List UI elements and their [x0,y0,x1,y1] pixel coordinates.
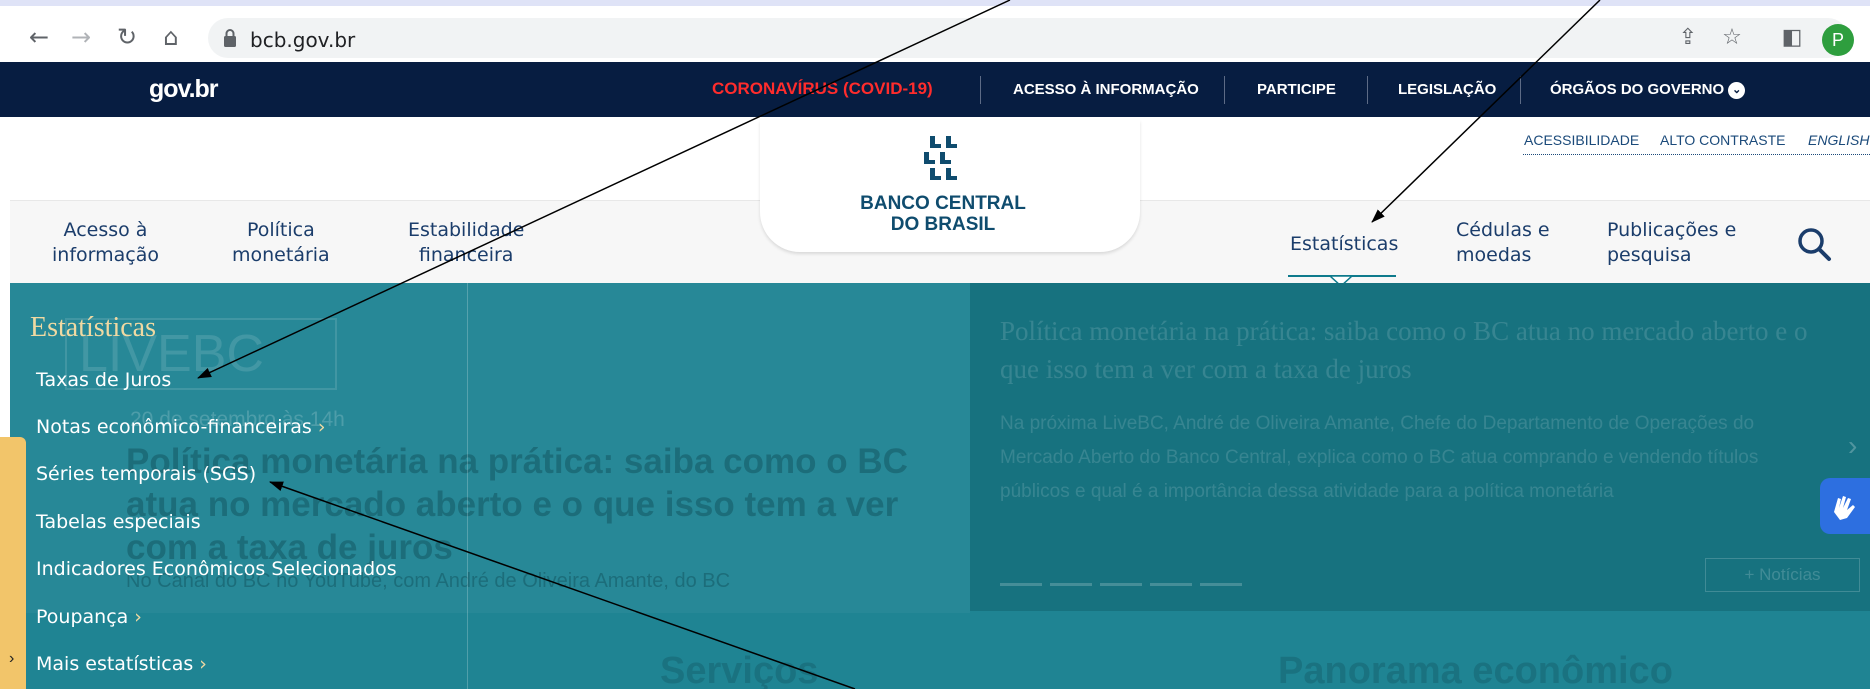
accessibility-underline [1523,154,1870,155]
divider [1520,76,1521,104]
bcb-name-line2: DO BRASIL [890,214,996,235]
nav-label: Política [246,219,315,241]
section-panorama: Panorama econômico [1278,650,1673,689]
nav-cedulas-moedas[interactable]: Cédulas e moedas [1456,218,1550,268]
section-servicos: Serviços [660,650,819,689]
divider [1224,76,1225,104]
carousel-text: Na próxima LiveBC, André de Oliveira Ama… [1000,413,1759,502]
nav-politica-monetaria[interactable]: Política monetária [232,218,330,268]
address-bar[interactable]: bcb.gov.br ⇪ ☆ [208,18,1848,58]
alto-contraste-link[interactable]: ALTO CONTRASTE [1660,132,1786,148]
carousel-dot[interactable] [1100,583,1142,586]
carousel-dot[interactable] [1000,583,1042,586]
nav-label: pesquisa [1607,244,1692,266]
orgaos-label: ÓRGÃOS DO GOVERNO [1550,81,1725,98]
share-icon[interactable]: ⇪ [1674,24,1702,52]
carousel-title[interactable]: Política monetária na prática: saiba com… [1000,312,1820,388]
english-link[interactable]: ENGLISH [1808,132,1869,148]
nav-label: Cédulas e [1456,219,1550,241]
chevron-right-icon: › [134,606,142,628]
bcb-logo-icon[interactable] [920,134,962,186]
nav-acesso-informacao[interactable]: Acesso à informação [52,218,159,268]
forward-arrow-icon[interactable]: → [68,24,94,50]
browser-toolbar: ← → ↻ ⌂ bcb.gov.br ⇪ ☆ ◧ P [0,0,1870,62]
acessibilidade-link[interactable]: ACESSIBILIDADE [1524,132,1639,148]
menu-item-label: Taxas de Juros [36,369,172,391]
chevron-down-icon: ⌄ [1728,82,1746,99]
menu-item-label: Tabelas especiais [36,511,201,533]
nav-estatisticas[interactable]: Estatísticas [1290,232,1398,257]
nav-label: informação [52,244,159,266]
menu-divider [467,283,468,689]
vlibras-button[interactable] [1820,478,1870,534]
govbr-logo[interactable]: gov.br [149,75,219,104]
carousel-dot[interactable] [1150,583,1192,586]
menu-item-series-temporais[interactable]: Séries temporais (SGS) [36,463,256,485]
nav-estabilidade-financeira[interactable]: Estabilidade financeira [408,218,524,268]
url-text: bcb.gov.br [250,28,356,52]
divider [980,76,981,104]
menu-item-label: Notas econômico-financeiras [36,416,312,438]
menu-item-notas-economico-financeiras[interactable]: Notas econômico-financeiras › [36,416,325,438]
bcb-name-line1: BANCO CENTRAL [860,193,1026,214]
acesso-informacao-link[interactable]: ACESSO À INFORMAÇÃO [1013,81,1199,98]
legislacao-link[interactable]: LEGISLAÇÃO [1398,81,1496,98]
reload-icon[interactable]: ↻ [114,24,140,50]
menu-item-label: Poupança [36,606,129,628]
menu-item-taxas-de-juros[interactable]: Taxas de Juros [36,369,171,391]
menu-item-poupanca[interactable]: Poupança › [36,606,142,628]
back-arrow-icon[interactable]: ← [26,24,52,50]
nav-label: Acesso à [63,219,148,241]
menu-item-label: Mais estatísticas [36,653,194,675]
carousel-dot[interactable] [1050,583,1092,586]
participe-link[interactable]: PARTICIPE [1257,81,1336,98]
menu-item-mais-estatisticas[interactable]: Mais estatísticas › [36,653,207,675]
news-button[interactable]: + Notícias [1705,558,1860,592]
carousel-next-icon[interactable]: › [1848,430,1857,462]
hero-title[interactable]: Política monetária na prática: saiba com… [126,440,916,569]
carousel-dot[interactable] [1200,583,1242,586]
nav-label: moedas [1456,244,1532,266]
nav-label: Estabilidade [408,219,525,241]
menu-item-indicadores[interactable]: Indicadores Econômicos Selecionados [36,558,397,580]
side-panel-icon[interactable]: ◧ [1778,24,1806,52]
chevron-right-icon: › [317,416,326,438]
menu-item-label: Séries temporais (SGS) [36,463,257,485]
bcb-wordmark[interactable]: BANCO CENTRAL DO BRASIL [858,193,1028,235]
divider [1367,76,1368,104]
nav-label: Publicações e [1607,219,1737,241]
nav-label: financeira [418,244,514,266]
carousel-dots[interactable] [1000,573,1250,591]
home-icon[interactable]: ⌂ [158,24,184,50]
covid-link[interactable]: CORONAVÍRUS (COVID-19) [712,79,933,99]
nav-label: monetária [232,244,330,266]
menu-item-tabelas-especiais[interactable]: Tabelas especiais [36,511,201,533]
menu-title: Estatísticas [30,312,156,343]
chevron-right-icon[interactable]: › [9,650,14,668]
orgaos-governo-link[interactable]: ÓRGÃOS DO GOVERNO ⌄ [1550,81,1746,99]
lock-icon [224,29,236,47]
nav-label: Estatísticas [1290,233,1399,255]
gov-bar: gov.br CORONAVÍRUS (COVID-19) ACESSO À I… [0,62,1870,117]
bookmark-star-icon[interactable]: ☆ [1718,24,1746,52]
menu-item-label: Indicadores Econômicos Selecionados [36,558,397,580]
nav-publicacoes-pesquisa[interactable]: Publicações e pesquisa [1607,218,1736,268]
sign-language-icon [1834,496,1855,520]
profile-avatar[interactable]: P [1822,24,1854,56]
chevron-right-icon: › [199,653,207,675]
search-icon[interactable] [1796,226,1832,262]
